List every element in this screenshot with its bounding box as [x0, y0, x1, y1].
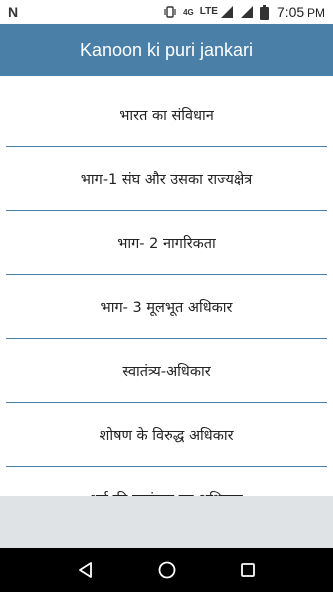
app-bar: Kanoon ki puri jankari	[0, 24, 333, 76]
cell-signal-icon-2	[240, 5, 254, 19]
list-item[interactable]: भाग- 2 नागरिकता	[6, 211, 327, 275]
back-triangle-icon	[78, 562, 92, 578]
list-item[interactable]: भारत का संविधान	[6, 83, 327, 147]
list-item[interactable]: भाग- 3 मूलभूत अधिकार	[6, 275, 327, 339]
status-icons: 4G LTE 7:05 PM	[163, 4, 325, 20]
system-nav-bar	[0, 548, 333, 592]
list-item[interactable]: भाग-1 संघ और उसका राज्यक्षेत्र	[6, 147, 327, 211]
notification-n-icon: N	[8, 4, 19, 20]
back-button[interactable]	[66, 550, 106, 590]
list-item[interactable]: शोषण के विरुद्ध अधिकार	[6, 403, 327, 467]
network-4g-label: 4G	[183, 7, 194, 17]
list-item[interactable]: स्वातंत्र्य-अधिकार	[6, 339, 327, 403]
recents-square-icon	[240, 563, 255, 577]
lte-label: LTE	[199, 6, 218, 17]
footer-area	[0, 496, 333, 548]
recents-button[interactable]	[228, 550, 268, 590]
vibrate-icon	[163, 5, 177, 19]
app-title: Kanoon ki puri jankari	[79, 39, 254, 60]
cell-signal-icon	[220, 5, 234, 19]
home-circle-icon	[158, 561, 175, 579]
list-item[interactable]: धर्म की स्वतंत्रता का अधिकार	[6, 467, 327, 496]
status-clock: 7:05 PM	[276, 4, 325, 20]
home-button[interactable]	[147, 550, 187, 590]
topic-list[interactable]: भारत का संविधान भाग-1 संघ और उसका राज्यक…	[0, 76, 333, 496]
lte-indicator: LTE	[200, 5, 234, 19]
status-bar: N 4G LTE 7:05 PM	[0, 0, 333, 24]
battery-icon	[259, 4, 269, 20]
